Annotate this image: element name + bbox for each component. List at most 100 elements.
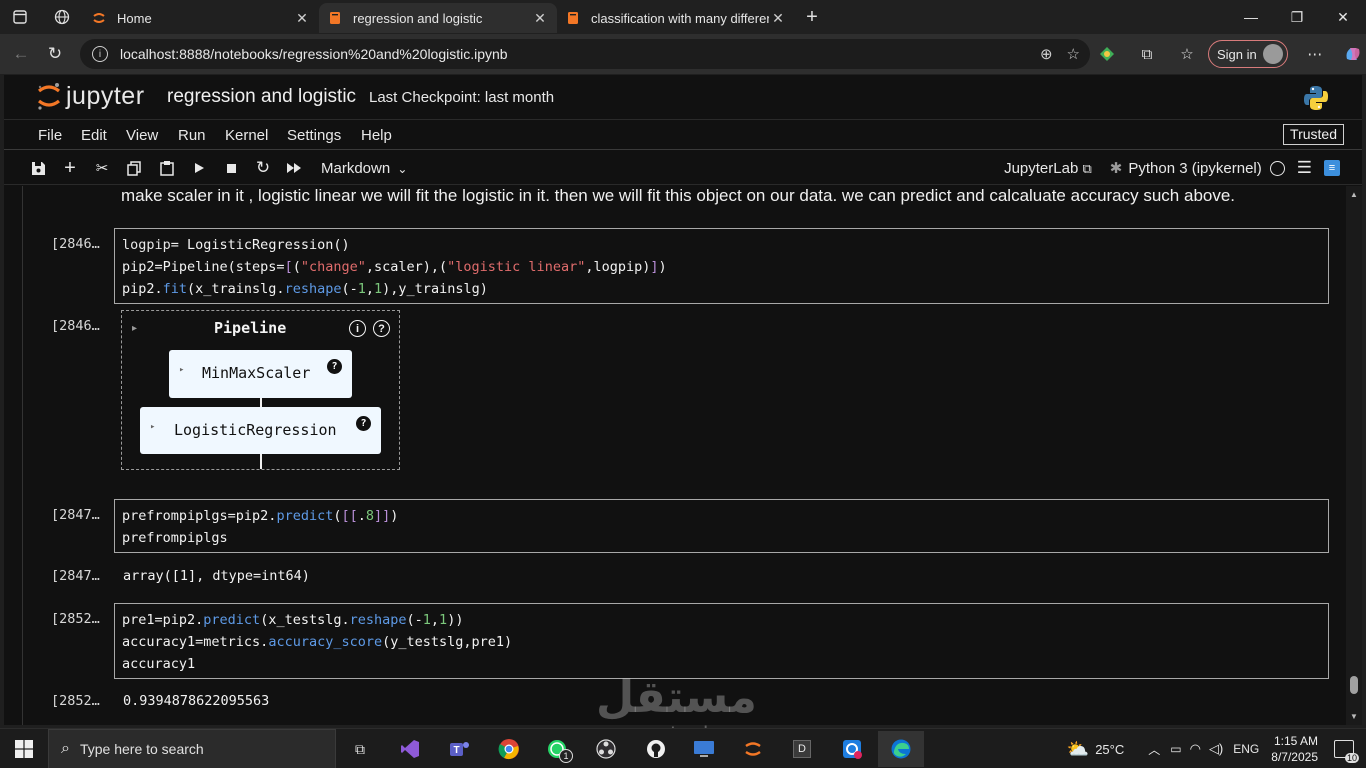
scroll-thumb[interactable] — [1350, 676, 1358, 694]
notebook-title[interactable]: regression and logistic — [167, 86, 356, 108]
restore-icon[interactable]: ❐ — [1274, 0, 1320, 34]
scroll-up-icon[interactable]: ▲ — [1350, 190, 1358, 199]
help-icon[interactable]: ? — [373, 320, 390, 337]
favorite-star-icon[interactable]: ☆ — [1067, 45, 1080, 63]
tab-home[interactable]: Home ✕ — [83, 3, 319, 33]
notebook-scrollbar[interactable]: ▲ ▼ — [1346, 186, 1362, 725]
expand-arrow-icon[interactable]: ▸ — [132, 323, 137, 334]
hamburger-menu-icon[interactable]: ☰ — [1297, 158, 1312, 178]
jupyterlab-link[interactable]: JupyterLab ⧉ — [1004, 160, 1092, 177]
copy-icon[interactable] — [124, 158, 144, 178]
menu-settings[interactable]: Settings — [287, 127, 341, 144]
clock[interactable]: 1:15 AM 8/7/2025 — [1271, 733, 1318, 765]
menu-help[interactable]: Help — [361, 127, 392, 144]
cut-icon[interactable]: ✂ — [92, 158, 112, 178]
tab-regression-and-logistic[interactable]: regression and logistic ✕ — [319, 3, 557, 33]
battery-icon[interactable]: ▭ — [1170, 742, 1181, 756]
stop-icon[interactable] — [221, 158, 241, 178]
taskbar-search-box[interactable]: ⌕ Type here to search — [48, 729, 336, 768]
code-cell-accuracy[interactable]: pre1=pip2.predict(x_testslg.reshape(-1,1… — [114, 603, 1329, 679]
sign-in-button[interactable]: Sign in — [1208, 40, 1288, 68]
property-inspector-icon[interactable]: ≡ — [1324, 160, 1340, 176]
pipeline-connector — [260, 454, 262, 469]
menu-file[interactable]: File — [38, 127, 62, 144]
site-info-icon[interactable]: i — [92, 46, 108, 62]
notebook-cells: make scaler in it , logistic linear we w… — [22, 186, 1342, 725]
obs-icon[interactable] — [590, 733, 622, 765]
help-icon[interactable]: ? — [327, 359, 342, 374]
pipeline-diagram: ▸ Pipeline i ? ▸ MinMaxScaler ? ▸ Logist… — [121, 310, 400, 470]
pipeline-title[interactable]: Pipeline — [214, 319, 286, 337]
new-tab-icon[interactable]: + — [799, 4, 825, 30]
trusted-badge[interactable]: Trusted — [1283, 124, 1344, 145]
minimize-icon[interactable]: — — [1228, 0, 1274, 34]
tab-title: classification with many different — [591, 10, 769, 26]
jupyter-menubar: File Edit View Run Kernel Settings Help … — [4, 120, 1362, 150]
teams-icon[interactable]: T — [444, 733, 476, 765]
edge-icon[interactable] — [878, 731, 924, 767]
restart-icon[interactable]: ↻ — [253, 158, 273, 178]
clock-time: 1:15 AM — [1273, 734, 1318, 748]
code-cell-pipeline[interactable]: logpip= LogisticRegression() pip2=Pipeli… — [114, 228, 1329, 304]
help-icon[interactable]: ? — [356, 416, 371, 431]
menu-edit[interactable]: Edit — [81, 127, 107, 144]
extension-icon[interactable] — [1096, 43, 1118, 65]
info-icon[interactable]: i — [349, 320, 366, 337]
markdown-cell-text[interactable]: make scaler in it , logistic linear we w… — [121, 186, 1235, 206]
scroll-down-icon[interactable]: ▼ — [1350, 712, 1358, 721]
url-text: localhost:8888/notebooks/regression%20an… — [120, 46, 508, 62]
cell-type-select[interactable]: Markdown ⌄ — [321, 160, 407, 177]
close-window-icon[interactable]: ✕ — [1320, 0, 1366, 34]
restart-run-all-icon[interactable] — [284, 158, 304, 178]
run-icon[interactable] — [189, 158, 209, 178]
close-tab-icon[interactable]: ✕ — [769, 10, 787, 27]
tab-actions-icon[interactable] — [7, 4, 33, 30]
snipping-tool-icon[interactable] — [836, 733, 868, 765]
zoom-icon[interactable]: ⊕ — [1040, 45, 1053, 63]
svg-text:T: T — [454, 745, 460, 756]
language-indicator[interactable]: ENG — [1233, 742, 1259, 756]
weather-icon[interactable]: ⛅ — [1067, 739, 1089, 760]
refresh-icon[interactable]: ↻ — [38, 38, 72, 70]
volume-icon[interactable]: ◁) — [1209, 741, 1223, 757]
github-icon[interactable] — [640, 733, 672, 765]
paste-icon[interactable] — [157, 158, 177, 178]
code-cell-predict[interactable]: prefrompiplgs=pip2.predict([[.8]]) prefr… — [114, 499, 1329, 553]
jupyter-logo-icon — [36, 81, 62, 111]
close-tab-icon[interactable]: ✕ — [293, 10, 311, 27]
save-icon[interactable] — [28, 158, 48, 178]
clock-date: 8/7/2025 — [1271, 750, 1318, 764]
extensions-puzzle-icon[interactable]: ⧉ — [1136, 46, 1158, 63]
add-cell-icon[interactable]: + — [60, 157, 80, 179]
workspaces-icon[interactable] — [49, 4, 75, 30]
menu-kernel[interactable]: Kernel — [225, 127, 268, 144]
notification-icon[interactable]: 10 — [1334, 740, 1359, 763]
chevron-up-icon[interactable]: ︿ — [1148, 741, 1160, 758]
browser-toolbar: ← ↻ i localhost:8888/notebooks/regressio… — [0, 34, 1366, 74]
visual-studio-icon[interactable] — [394, 733, 426, 765]
pipeline-step-minmaxscaler[interactable]: ▸ MinMaxScaler ? — [169, 350, 352, 398]
pipeline-step-logisticregression[interactable]: ▸ LogisticRegression ? — [140, 407, 381, 454]
jupyter-logo[interactable]: jupyter — [36, 81, 145, 111]
close-tab-icon[interactable]: ✕ — [531, 10, 549, 27]
windows-start-icon[interactable] — [0, 729, 48, 768]
more-menu-icon[interactable]: ⋯ — [1304, 45, 1326, 63]
menu-view[interactable]: View — [126, 127, 158, 144]
weather-temp[interactable]: 25°C — [1095, 742, 1124, 757]
whatsapp-icon[interactable]: 1 — [541, 733, 573, 765]
tab-classification[interactable]: classification with many different ✕ — [557, 3, 795, 33]
favorites-icon[interactable]: ☆ — [1176, 45, 1198, 63]
menu-run[interactable]: Run — [178, 127, 206, 144]
debugger-icon[interactable]: ✱ — [1110, 159, 1123, 177]
wifi-icon[interactable]: ◠ — [1190, 741, 1201, 757]
app-icon[interactable] — [688, 733, 720, 765]
task-view-icon[interactable]: ⧉ — [344, 733, 376, 765]
jupyter-notebook-page: jupyter regression and logistic Last Che… — [4, 75, 1362, 725]
copilot-icon[interactable] — [1342, 43, 1364, 65]
back-icon[interactable]: ← — [4, 38, 38, 70]
jupyter-taskbar-icon[interactable] — [737, 733, 769, 765]
chrome-icon[interactable] — [493, 733, 525, 765]
app-d-icon[interactable]: D — [786, 733, 818, 765]
address-bar[interactable]: i localhost:8888/notebooks/regression%20… — [80, 39, 1090, 69]
kernel-name[interactable]: Python 3 (ipykernel) — [1128, 160, 1261, 177]
